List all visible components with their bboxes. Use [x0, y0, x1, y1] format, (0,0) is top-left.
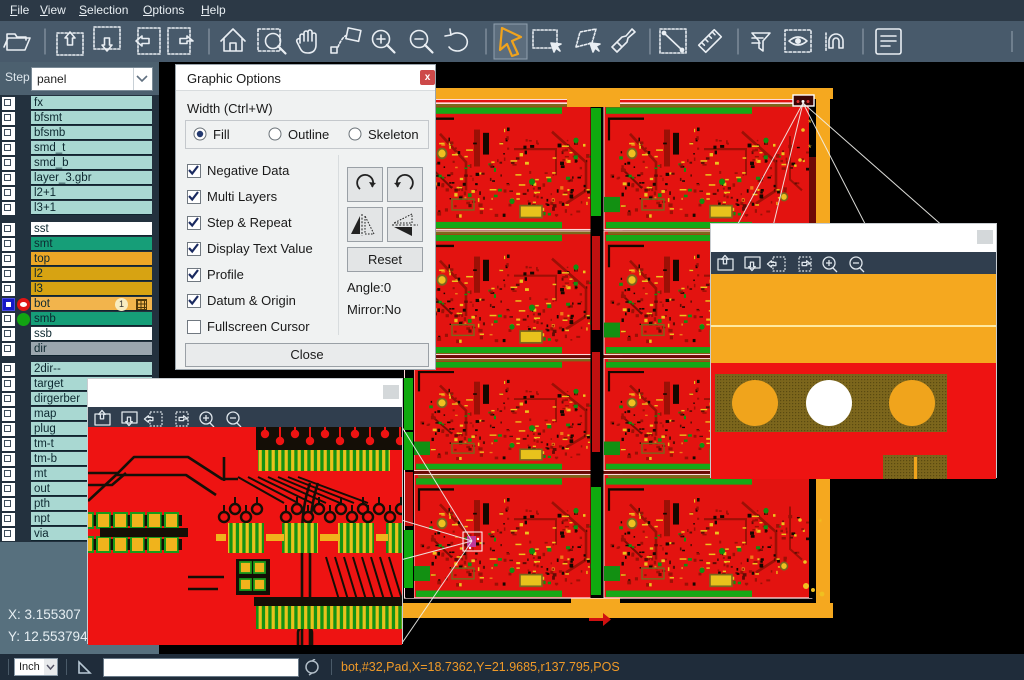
svg-text:*: *	[808, 143, 812, 153]
svg-text:*: *	[818, 517, 823, 529]
